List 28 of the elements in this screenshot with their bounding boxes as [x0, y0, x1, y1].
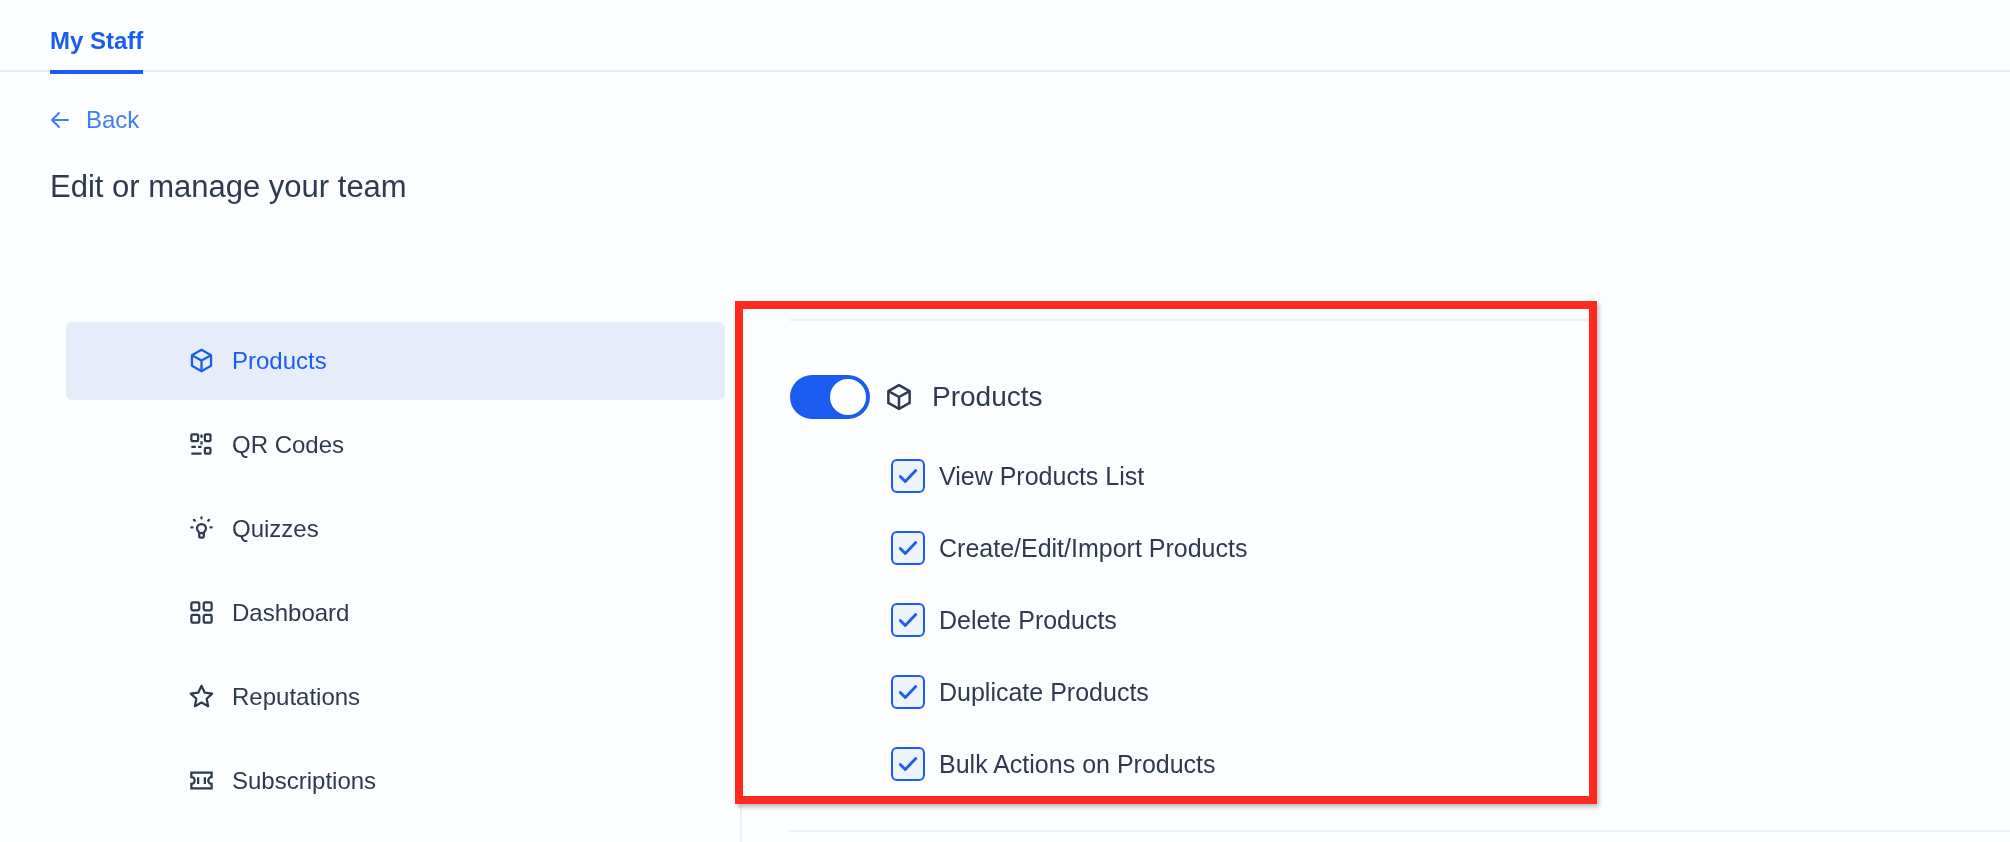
permission-label: Delete Products: [939, 604, 1117, 636]
star-icon: [188, 683, 215, 710]
tab[interactable]: My Staff: [50, 0, 144, 74]
checkbox[interactable]: [891, 459, 925, 493]
checkbox[interactable]: [891, 603, 925, 637]
qr-code-icon: [188, 431, 215, 458]
page-heading: Edit or manage your team: [50, 168, 407, 206]
checkbox[interactable]: [891, 531, 925, 565]
cube-icon: [188, 347, 215, 374]
sidebar-item[interactable]: Products: [66, 321, 725, 400]
lightbulb-icon: [188, 515, 215, 542]
back-link[interactable]: Back: [50, 102, 140, 138]
grid-icon: [188, 599, 215, 626]
left-arrow-icon: [50, 110, 70, 130]
permission-label: Bulk Actions on Products: [939, 748, 1216, 780]
sidebar-item[interactable]: Quizzes: [66, 489, 725, 568]
sidebar-item[interactable]: Dashboard: [66, 573, 725, 652]
permission-label: Create/Edit/Import Products: [939, 532, 1248, 564]
permission-label: View Products List: [939, 460, 1145, 492]
permission-label: Duplicate Products: [939, 676, 1149, 708]
checkbox[interactable]: [891, 675, 925, 709]
group-title: Products: [932, 379, 1043, 414]
checkbox[interactable]: [891, 747, 925, 781]
sidebar-item[interactable]: Reputations: [66, 657, 725, 736]
sidebar-item[interactable]: QR Codes: [66, 405, 725, 484]
cube-icon: [884, 381, 914, 412]
toggle-switch[interactable]: [790, 374, 870, 419]
sidebar-item[interactable]: Subscriptions: [66, 741, 725, 820]
